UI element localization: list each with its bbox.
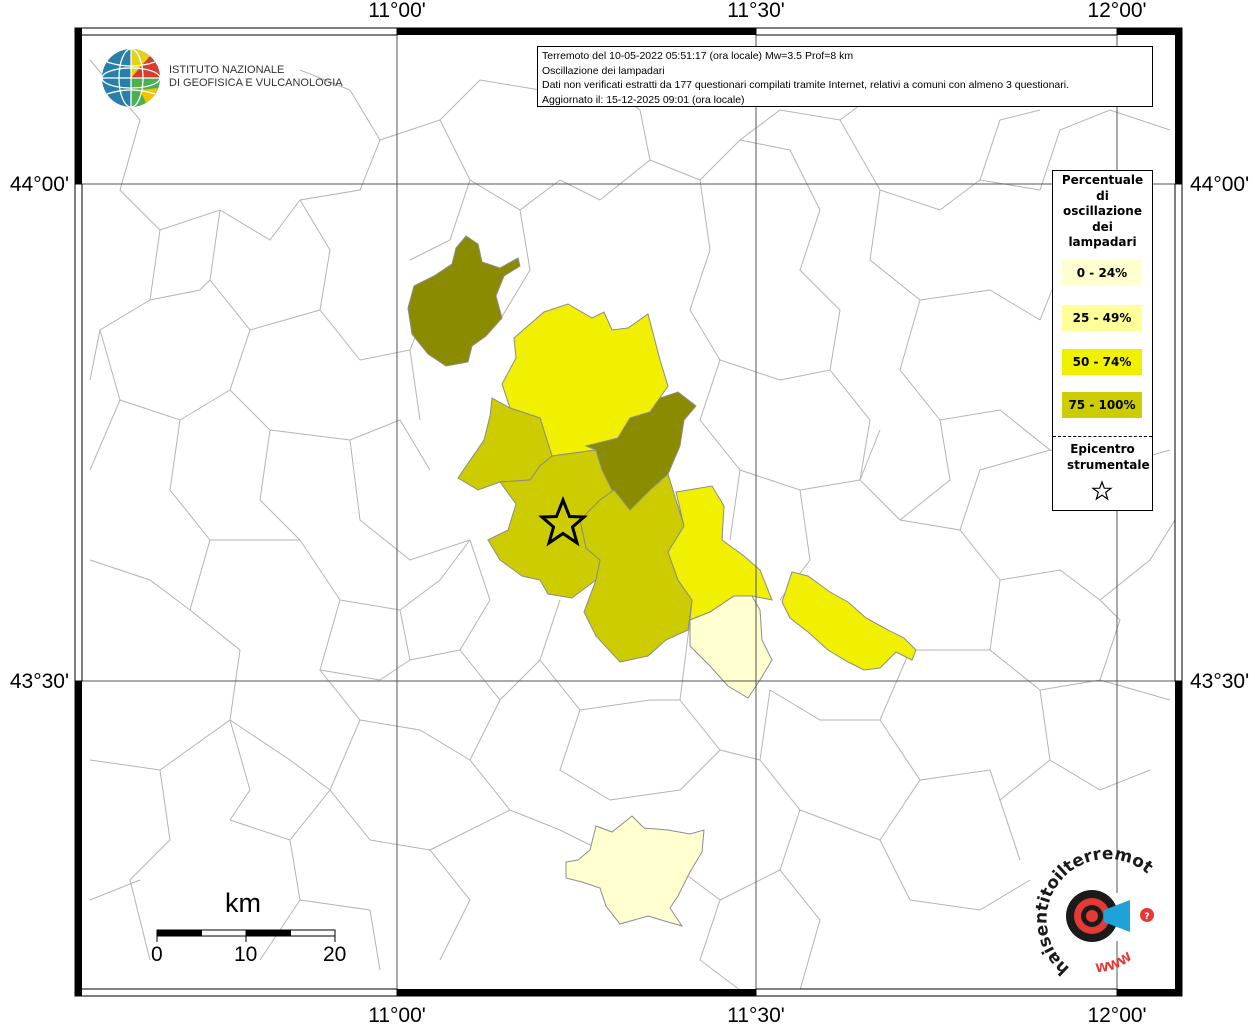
legend-epicenter-label: Epicentro strumentale: [1067, 442, 1150, 472]
svg-text:?: ?: [1144, 912, 1149, 922]
seismic-map: 11°00' 11°30' 12°00' 11°00' 11°30' 12°00…: [0, 0, 1249, 1024]
ingv-logo-icon: [101, 48, 161, 108]
legend-divider: [1053, 436, 1152, 437]
ingv-line-1: ISTITUTO NAZIONALE: [169, 64, 285, 76]
ingv-line-2: DI GEOFISICA E VULCANOLOGIA: [169, 77, 343, 89]
lon-label-bottom-2: 11°30': [727, 1004, 785, 1024]
scale-tick-20: 20: [323, 943, 347, 966]
lon-label-top-2: 11°30': [727, 0, 785, 22]
legend-item-75-100: 75 - 100%: [1062, 392, 1142, 418]
legend: Percentuale di oscillazione dei lampadar…: [1052, 170, 1153, 511]
lat-label-left-1: 44°00': [10, 173, 69, 196]
legend-item-25-49: 25 - 49%: [1062, 305, 1142, 331]
lon-label-bottom-3: 12°00': [1087, 1004, 1146, 1024]
event-info-line-3: Dati non verificati estratti da 177 ques…: [542, 79, 1070, 91]
event-info-line-4: Aggiornato il: 15-12-2025 09:01 (ora loc…: [542, 93, 745, 106]
lat-label-right-1: 44°00': [1190, 173, 1249, 196]
lon-label-bottom-1: 11°00': [368, 1004, 426, 1024]
ingv-logo-text: ISTITUTO NAZIONALE DI GEOFISICA E VULCAN…: [169, 64, 343, 90]
lon-label-top-3: 12°00': [1087, 0, 1146, 22]
legend-item-0-24: 0 - 24%: [1062, 260, 1142, 286]
legend-item-50-74: 50 - 74%: [1062, 349, 1142, 375]
scale-tick-10: 10: [234, 943, 258, 966]
event-info-line-1: Terremoto del 10-05-2022 05:51:17 (ora l…: [542, 50, 854, 62]
lat-label-right-2: 43°30': [1190, 670, 1249, 693]
legend-title: Percentuale di oscillazione dei lampadar…: [1061, 173, 1144, 249]
scale-tick-0: 0: [151, 943, 163, 966]
event-info-box: Terremoto del 10-05-2022 05:51:17 (ora l…: [537, 46, 1153, 107]
legend-star-icon: [1091, 480, 1113, 501]
event-info-line-2: Oscillazione dei lampadari: [542, 64, 665, 77]
scale-unit: km: [225, 888, 261, 918]
lat-label-left-2: 43°30': [10, 670, 69, 693]
lon-label-top-1: 11°00': [368, 0, 426, 22]
